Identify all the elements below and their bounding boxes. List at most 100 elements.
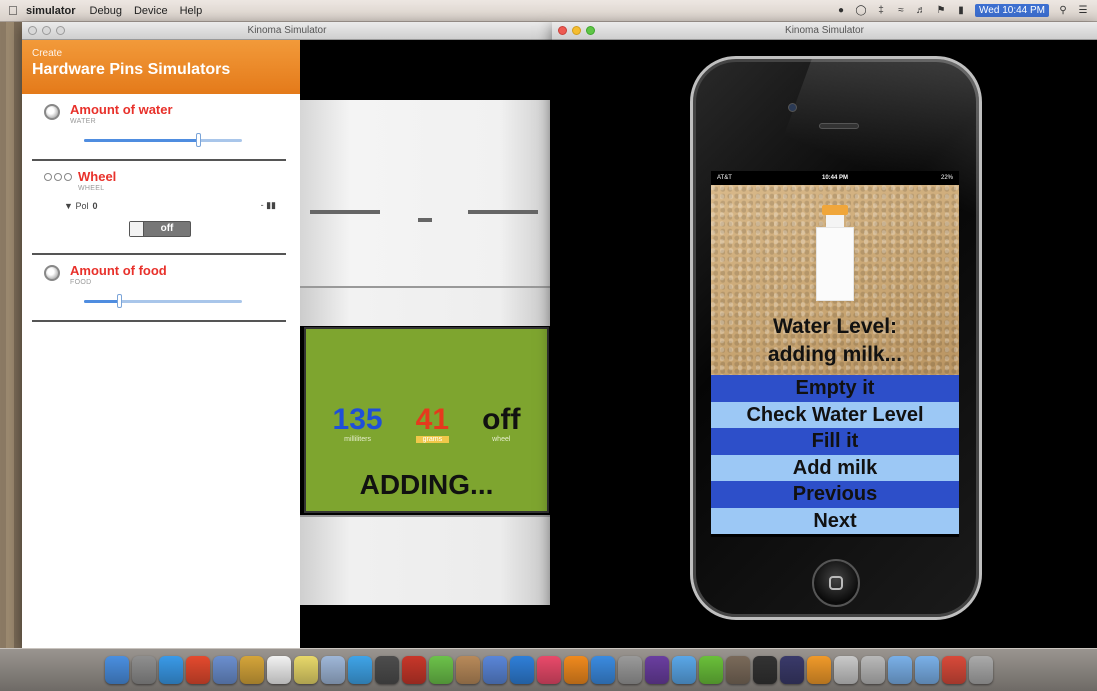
folder-icon[interactable] xyxy=(887,656,912,684)
github-icon[interactable] xyxy=(644,656,669,684)
toggle-thumb[interactable] xyxy=(130,222,144,236)
pin-food: Amount of food FOOD xyxy=(32,255,286,322)
notes-icon[interactable] xyxy=(293,656,318,684)
photo-icon[interactable] xyxy=(212,656,237,684)
volume-icon[interactable]: ♬ xyxy=(915,5,927,17)
water-readout: 135 milliliters xyxy=(333,405,383,444)
finder-icon[interactable] xyxy=(104,656,129,684)
hardware-pins-panel: Create Hardware Pins Simulators Amount o… xyxy=(22,40,300,648)
wifi-icon[interactable]: ≈ xyxy=(895,5,907,17)
spotlight-icon[interactable]: ⚲ xyxy=(1057,5,1069,17)
downloads-icon[interactable] xyxy=(914,656,939,684)
wheel-unit: wheel xyxy=(492,436,511,443)
food-slider-knob[interactable] xyxy=(116,294,122,308)
menu-clock[interactable]: Wed 10:44 PM xyxy=(975,4,1049,17)
archive-icon[interactable] xyxy=(725,656,750,684)
add-milk-button[interactable]: Add milk xyxy=(711,454,959,481)
vlc-cone-icon[interactable] xyxy=(806,656,831,684)
milk-bottle-icon xyxy=(815,205,855,301)
pin-food-subtitle: FOOD xyxy=(70,279,92,286)
window-titlebar[interactable]: Kinoma Simulator xyxy=(22,22,552,40)
polarity-row: ▼ Pol 0 - ▮▮ xyxy=(64,200,276,211)
menu-bar:  simulator Debug Device Help ● ◯ ‡ ≈ ♬ … xyxy=(0,0,1097,22)
sync-icon[interactable]: ● xyxy=(835,5,847,17)
wheel-toggle[interactable]: off xyxy=(129,221,191,237)
device-housing-middle xyxy=(300,286,550,326)
window-controls xyxy=(558,26,595,35)
bluetooth-icon[interactable]: ‡ xyxy=(875,5,887,17)
kinoma-icon[interactable] xyxy=(671,656,696,684)
dock xyxy=(0,648,1097,691)
clock-status-icon[interactable]: ◯ xyxy=(855,5,867,17)
pin-wheel-subtitle: WHEEL xyxy=(78,185,105,192)
zoom-window-button[interactable] xyxy=(56,26,65,35)
menu-device[interactable]: Device xyxy=(134,5,168,17)
mail-icon[interactable] xyxy=(239,656,264,684)
kinoma-simulator-window-phone: Kinoma Simulator AT&T 10:44 PM 22% Water… xyxy=(552,22,1097,648)
eclipse-icon[interactable] xyxy=(779,656,804,684)
disclosure-triangle-icon[interactable]: ▼ xyxy=(64,201,73,211)
device-housing-bottom xyxy=(300,515,550,605)
check-water-level-button[interactable]: Check Water Level xyxy=(711,401,959,428)
water-level-label: Water Level: adding milk... xyxy=(711,313,959,369)
chrome-icon[interactable] xyxy=(185,656,210,684)
safari-icon[interactable] xyxy=(158,656,183,684)
itunes-icon[interactable] xyxy=(536,656,561,684)
phone-battery: 22% xyxy=(941,175,954,181)
calendar-icon[interactable] xyxy=(266,656,291,684)
fill-it-button[interactable]: Fill it xyxy=(711,428,959,455)
app-a-icon[interactable] xyxy=(833,656,858,684)
spotify-icon[interactable] xyxy=(698,656,723,684)
food-unit: grams xyxy=(415,436,450,443)
food-slider[interactable] xyxy=(84,294,242,308)
minimize-window-button[interactable] xyxy=(42,26,51,35)
water-slider-knob[interactable] xyxy=(195,133,201,147)
pin-wheel-title: Wheel xyxy=(78,169,117,184)
dial-icon xyxy=(44,104,60,120)
photobooth-icon[interactable] xyxy=(401,656,426,684)
close-window-button[interactable] xyxy=(558,26,567,35)
zoom-window-button[interactable] xyxy=(586,26,595,35)
next-button[interactable]: Next xyxy=(711,507,959,534)
trash-icon[interactable] xyxy=(968,656,993,684)
preview-icon[interactable] xyxy=(320,656,345,684)
pin-water-subtitle: WATER xyxy=(70,118,96,125)
network-icon[interactable] xyxy=(509,656,534,684)
menu-app-name[interactable]: simulator xyxy=(26,5,76,17)
pol-value: 0 xyxy=(92,200,98,211)
water-slider[interactable] xyxy=(84,133,242,147)
previous-button[interactable]: Previous xyxy=(711,481,959,508)
home-square-icon xyxy=(829,576,843,590)
apple-icon[interactable]:  xyxy=(8,3,26,18)
kinoma-simulator-window-device: Kinoma Simulator Create Hardware Pins Si… xyxy=(22,22,552,648)
water-unit: milliliters xyxy=(344,436,371,443)
toggle-label: off xyxy=(160,223,174,234)
close-window-button[interactable] xyxy=(28,26,37,35)
phone-time: 10:44 PM xyxy=(822,175,849,181)
xcode-icon[interactable] xyxy=(482,656,507,684)
window-titlebar[interactable]: Kinoma Simulator xyxy=(552,22,1097,40)
menu-help[interactable]: Help xyxy=(180,5,203,17)
system-prefs-icon[interactable] xyxy=(617,656,642,684)
maps-icon[interactable] xyxy=(428,656,453,684)
app-b-icon[interactable] xyxy=(860,656,885,684)
appstore-icon[interactable] xyxy=(590,656,615,684)
notification-center-icon[interactable]: ☰ xyxy=(1077,5,1089,17)
menu-debug[interactable]: Debug xyxy=(90,5,122,17)
home-button[interactable] xyxy=(812,559,860,607)
document-icon[interactable] xyxy=(941,656,966,684)
contacts-icon[interactable] xyxy=(455,656,480,684)
window-content: AT&T 10:44 PM 22% Water Level: adding mi… xyxy=(552,40,1097,648)
flag-icon[interactable]: ⚑ xyxy=(935,5,947,17)
messages-icon[interactable] xyxy=(347,656,372,684)
vlc-icon[interactable] xyxy=(563,656,588,684)
pin-food-title: Amount of food xyxy=(70,263,167,278)
empty-it-button[interactable]: Empty it xyxy=(711,375,959,402)
water-level-line2: adding milk... xyxy=(767,343,903,366)
minimize-window-button[interactable] xyxy=(572,26,581,35)
terminal-icon[interactable] xyxy=(752,656,777,684)
facetime-icon[interactable] xyxy=(374,656,399,684)
battery-icon[interactable]: ▮ xyxy=(955,5,967,17)
pol-battery-icon: - ▮▮ xyxy=(260,200,276,210)
launchpad-icon[interactable] xyxy=(131,656,156,684)
